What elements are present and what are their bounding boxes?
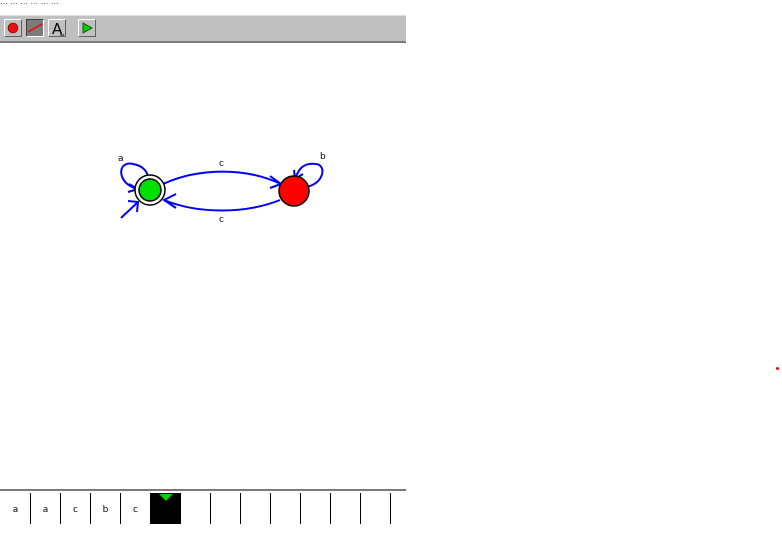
tape-cell: [331, 493, 361, 524]
tape-cell-head: [151, 493, 181, 524]
tape-cell: [301, 493, 331, 524]
tape-cell: a: [31, 493, 61, 524]
label-c-q1-to-q0: c: [219, 215, 224, 225]
state-q0-body: [138, 178, 162, 202]
state-q1[interactable]: [278, 175, 310, 207]
state-q1-body: [278, 175, 310, 207]
tape-cell: c: [61, 493, 91, 524]
tape-head-pointer-icon: [159, 494, 173, 501]
label-self-loop-a: a: [118, 154, 124, 164]
tape-cell: [181, 493, 211, 524]
tape-cell: [241, 493, 271, 524]
tape-cell: [361, 493, 391, 524]
tape-cell: b: [91, 493, 121, 524]
tape-cell: [271, 493, 301, 524]
label-self-loop-b: b: [320, 152, 326, 162]
red-marker-dot: [776, 367, 779, 370]
initial-arrow: [120, 201, 139, 219]
label-c-q0-to-q1: c: [219, 159, 224, 169]
transition-c-q1-to-q0[interactable]: [163, 199, 281, 212]
state-q0[interactable]: [134, 174, 166, 206]
input-tape: aacbc: [0, 489, 406, 524]
tape-cell: [211, 493, 241, 524]
transition-c-q0-to-q1[interactable]: [162, 170, 282, 185]
tape-cell: c: [121, 493, 151, 524]
automaton-canvas[interactable]: a c c b: [0, 0, 782, 551]
arrowhead-q1-to-q0: [162, 193, 177, 209]
tape-cell: a: [1, 493, 31, 524]
